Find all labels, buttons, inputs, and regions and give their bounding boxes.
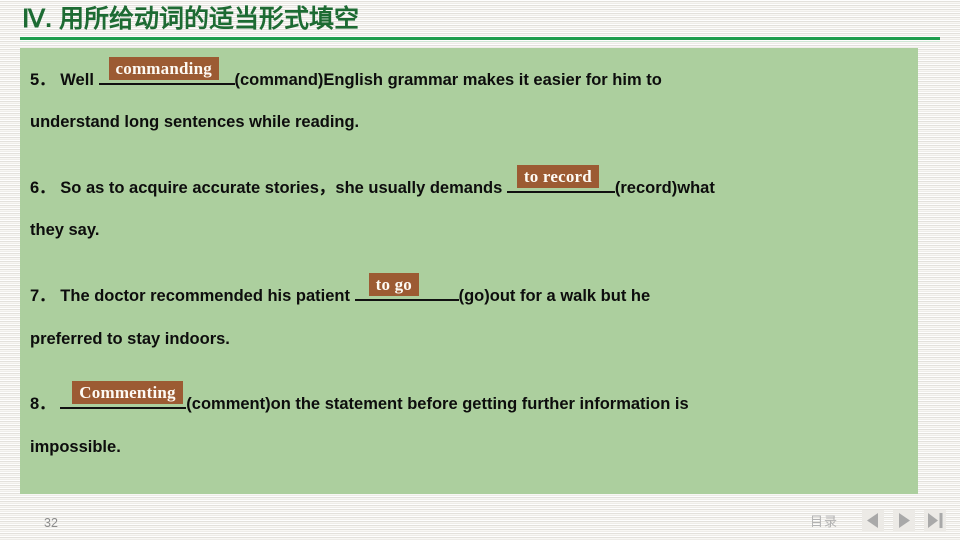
title-divider (20, 37, 940, 40)
page-title: Ⅳ. 用所给动词的适当形式填空 (22, 5, 359, 33)
question-6-line-2: they say. (30, 221, 100, 239)
table-of-contents-link[interactable]: 目录 (810, 511, 838, 530)
question-7-number: 7． (30, 287, 56, 305)
question-6-answer: to record (516, 165, 599, 188)
triangle-left-icon[interactable] (862, 510, 884, 531)
question-5-blank[interactable]: commanding (98, 57, 235, 85)
page-number: 32 (44, 516, 58, 530)
question-5-before-text: Well (60, 71, 94, 89)
question-5-line-1: 5． Well commanding (command)English gram… (30, 57, 910, 90)
question-8-number: 8． (30, 395, 56, 413)
question-6-after-text: (record)what (614, 179, 715, 197)
question-8-after-text: (comment)on the statement before getting… (186, 395, 689, 413)
question-8-blank[interactable]: Commenting (60, 381, 187, 409)
question-5-after-text: (command)English grammar makes it easier… (234, 71, 662, 89)
question-6-line-1: 6． So as to acquire accurate stories，she… (30, 165, 910, 198)
title-divider-secondary (20, 41, 940, 42)
triangle-right-bar-icon[interactable] (924, 510, 946, 531)
question-7-before-text: The doctor recommended his patient (60, 287, 350, 305)
footer-navigation: 目录 (810, 510, 946, 531)
question-6-blank[interactable]: to record (506, 165, 615, 193)
triangle-right-icon[interactable] (893, 510, 915, 531)
question-7-line-1: 7． The doctor recommended his patient to… (30, 273, 910, 306)
question-7-after-text: (go)out for a walk but he (458, 287, 651, 305)
question-8-line-1: 8． Commenting (comment)on the statement … (30, 381, 910, 414)
content-panel: 5． Well commanding (command)English gram… (20, 48, 918, 494)
question-6-before-text: So as to acquire accurate stories，she us… (60, 179, 503, 197)
question-7-blank[interactable]: to go (354, 273, 459, 301)
slide: Ⅳ. 用所给动词的适当形式填空 5． Well commanding (comm… (0, 0, 960, 540)
question-7-answer: to go (368, 273, 420, 296)
question-8-line-2: impossible. (30, 438, 121, 456)
question-6-number: 6． (30, 179, 56, 197)
question-5-number: 5． (30, 71, 56, 89)
question-5-answer: commanding (108, 57, 219, 80)
question-5-line-2: understand long sentences while reading. (30, 113, 360, 131)
question-8-answer: Commenting (72, 381, 183, 404)
question-7-line-2: preferred to stay indoors. (30, 330, 230, 348)
